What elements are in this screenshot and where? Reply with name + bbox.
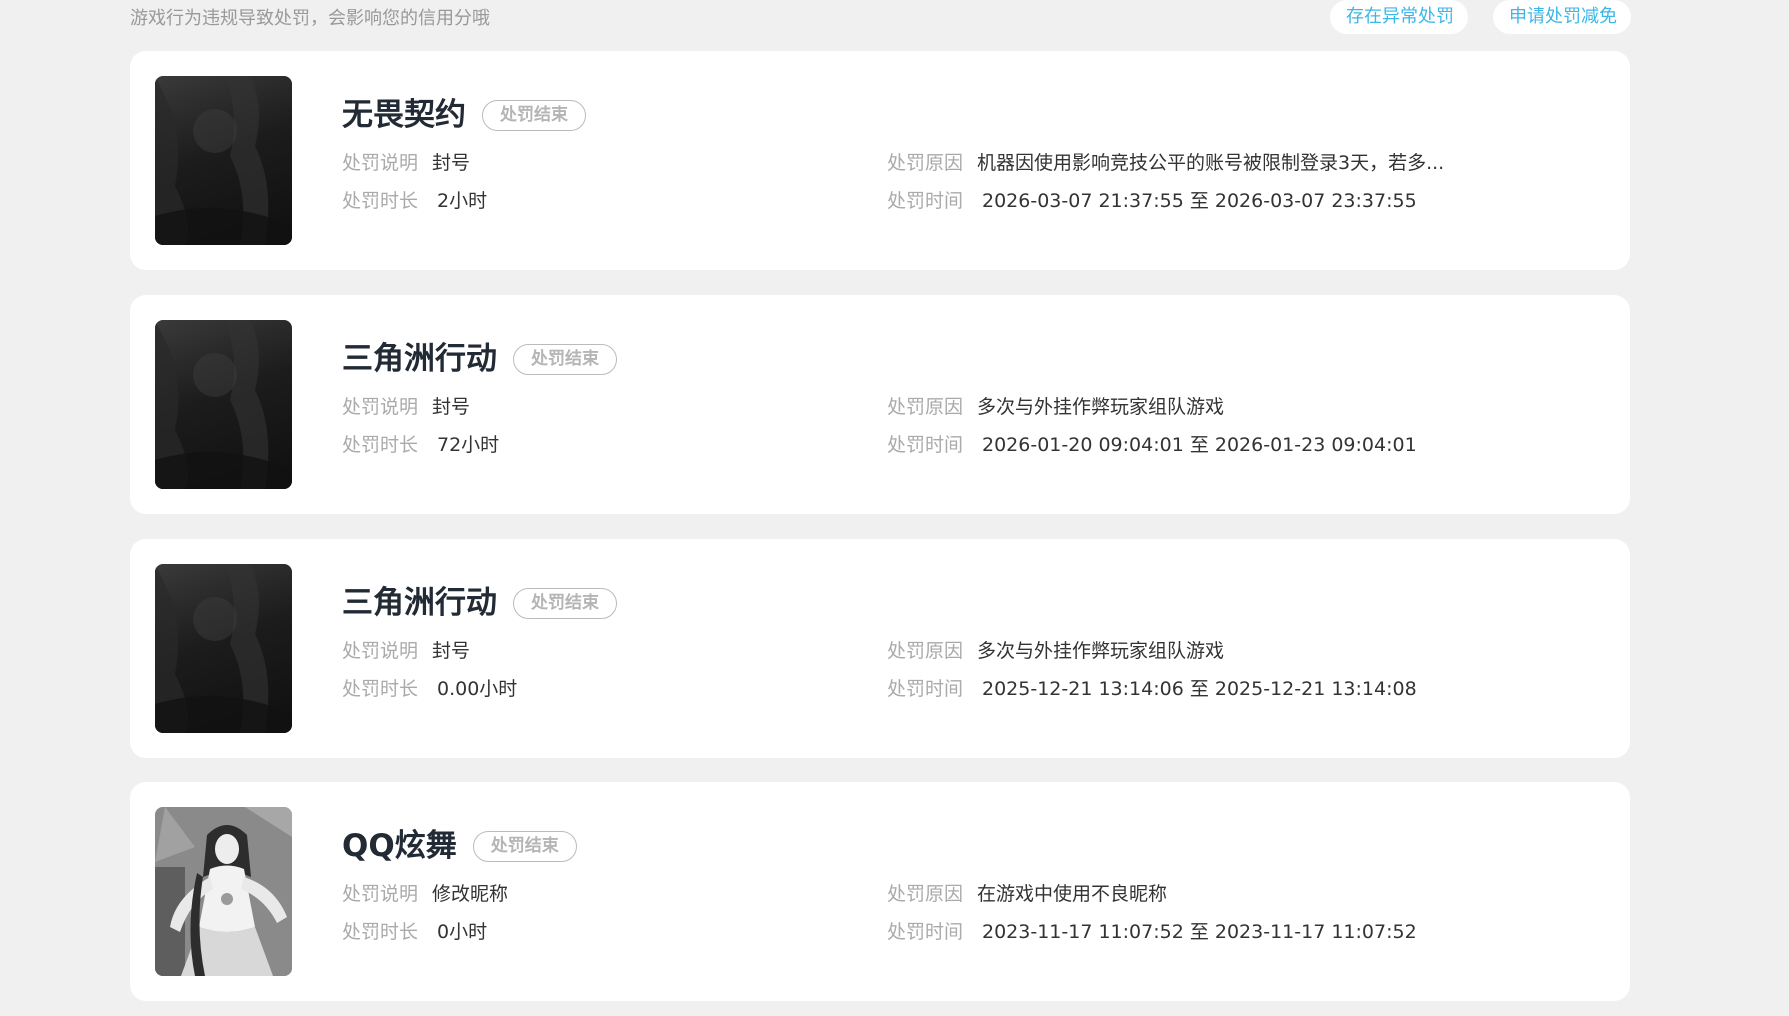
status-badge: 处罚结束 <box>513 343 617 375</box>
penalty-reason: 处罚原因 多次与外挂作弊玩家组队游戏 <box>887 395 1224 419</box>
penalty-desc: 处罚说明 封号 <box>342 639 470 663</box>
penalty-time: 处罚时间 2023-11-17 11:07:52 至 2023-11-17 11:… <box>887 920 1417 944</box>
game-cover-dark-icon <box>155 320 292 489</box>
desc-label: 处罚说明 <box>342 640 419 662</box>
game-title: 无畏契约 <box>342 97 466 133</box>
reason-value: 多次与外挂作弊玩家组队游戏 <box>977 396 1225 418</box>
reason-label: 处罚原因 <box>887 396 964 418</box>
game-cover-dark-icon <box>155 76 292 245</box>
desc-value: 修改昵称 <box>432 883 509 905</box>
duration-value: 72小时 <box>437 434 500 456</box>
reason-label: 处罚原因 <box>887 640 964 662</box>
status-badge: 处罚结束 <box>482 99 586 131</box>
penalty-time: 处罚时间 2026-03-07 21:37:55 至 2026-03-07 23:… <box>887 189 1417 213</box>
title-row: 无畏契约 处罚结束 <box>342 95 586 135</box>
penalty-time: 处罚时间 2026-01-20 09:04:01 至 2026-01-23 09:… <box>887 433 1417 457</box>
reason-label: 处罚原因 <box>887 152 964 174</box>
penalty-card[interactable]: QQ炫舞 处罚结束 处罚说明 修改昵称 处罚时长 0小时 处罚原因 在游戏中使用不良昵… <box>130 782 1630 1001</box>
reason-label: 处罚原因 <box>887 883 964 905</box>
penalty-desc: 处罚说明 封号 <box>342 395 470 419</box>
title-row: QQ炫舞 处罚结束 <box>342 826 577 866</box>
penalty-reason: 处罚原因 在游戏中使用不良昵称 <box>887 882 1167 906</box>
penalty-card[interactable]: 三角洲行动 处罚结束 处罚说明 封号 处罚时长 0.00小时 处罚原因 多次与外挂作弊… <box>130 539 1630 758</box>
time-label: 处罚时间 <box>887 921 964 943</box>
status-badge: 处罚结束 <box>472 830 577 862</box>
game-cover-dark-icon <box>155 564 292 733</box>
desc-label: 处罚说明 <box>342 883 419 905</box>
desc-value: 封号 <box>432 152 471 174</box>
time-value: 2026-03-07 21:37:55 至 2026-03-07 23:37:5… <box>982 190 1417 212</box>
penalty-card[interactable]: 三角洲行动 处罚结束 处罚说明 封号 处罚时长 72小时 处罚原因 多次与外挂作弊玩家… <box>130 295 1630 514</box>
penalty-desc: 处罚说明 修改昵称 <box>342 882 508 906</box>
penalty-time: 处罚时间 2025-12-21 13:14:06 至 2025-12-21 13:… <box>887 677 1417 701</box>
reason-value: 在游戏中使用不良昵称 <box>977 883 1168 905</box>
time-value: 2026-01-20 09:04:01 至 2026-01-23 09:04:0… <box>982 434 1417 456</box>
duration-value: 0.00小时 <box>437 678 518 700</box>
desc-label: 处罚说明 <box>342 152 419 174</box>
top-bar: 游戏行为违规导致处罚，会影响您的信用分哦 存在异常处罚 申请处罚减免 <box>130 0 1631 50</box>
title-row: 三角洲行动 处罚结束 <box>342 583 617 623</box>
time-label: 处罚时间 <box>887 190 964 212</box>
time-label: 处罚时间 <box>887 434 964 456</box>
status-badge: 处罚结束 <box>513 587 617 619</box>
penalty-duration: 处罚时长 0.00小时 <box>342 677 517 701</box>
penalty-duration: 处罚时长 2小时 <box>342 189 487 213</box>
duration-label: 处罚时长 <box>342 190 419 212</box>
abnormal-penalty-button[interactable]: 存在异常处罚 <box>1330 0 1468 34</box>
reason-value: 多次与外挂作弊玩家组队游戏 <box>977 640 1225 662</box>
game-title: QQ炫舞 <box>342 828 457 864</box>
penalty-reason: 处罚原因 多次与外挂作弊玩家组队游戏 <box>887 639 1224 663</box>
reason-value: 机器因使用影响竞技公平的账号被限制登录3天，若多... <box>977 152 1445 174</box>
game-title: 三角洲行动 <box>342 585 497 621</box>
duration-value: 2小时 <box>437 190 488 212</box>
apply-reduction-button[interactable]: 申请处罚减免 <box>1493 0 1631 34</box>
time-value: 2025-12-21 13:14:06 至 2025-12-21 13:14:0… <box>982 678 1417 700</box>
penalty-reason: 处罚原因 机器因使用影响竞技公平的账号被限制登录3天，若多... <box>887 151 1444 175</box>
penalty-duration: 处罚时长 0小时 <box>342 920 487 944</box>
game-title: 三角洲行动 <box>342 341 497 377</box>
desc-value: 封号 <box>432 640 471 662</box>
duration-value: 0小时 <box>437 921 488 943</box>
duration-label: 处罚时长 <box>342 434 419 456</box>
time-label: 处罚时间 <box>887 678 964 700</box>
desc-label: 处罚说明 <box>342 396 419 418</box>
game-cover-dancer-icon <box>155 807 292 976</box>
time-value: 2023-11-17 11:07:52 至 2023-11-17 11:07:5… <box>982 921 1417 943</box>
penalty-card[interactable]: 无畏契约 处罚结束 处罚说明 封号 处罚时长 2小时 处罚原因 机器因使用影响竞技公平… <box>130 51 1630 270</box>
credit-notice: 游戏行为违规导致处罚，会影响您的信用分哦 <box>130 8 490 29</box>
penalty-duration: 处罚时长 72小时 <box>342 433 499 457</box>
penalty-records-page: 游戏行为违规导致处罚，会影响您的信用分哦 存在异常处罚 申请处罚减免 无畏契约 … <box>0 0 1789 1016</box>
title-row: 三角洲行动 处罚结束 <box>342 339 617 379</box>
desc-value: 封号 <box>432 396 471 418</box>
duration-label: 处罚时长 <box>342 678 419 700</box>
penalty-desc: 处罚说明 封号 <box>342 151 470 175</box>
duration-label: 处罚时长 <box>342 921 419 943</box>
